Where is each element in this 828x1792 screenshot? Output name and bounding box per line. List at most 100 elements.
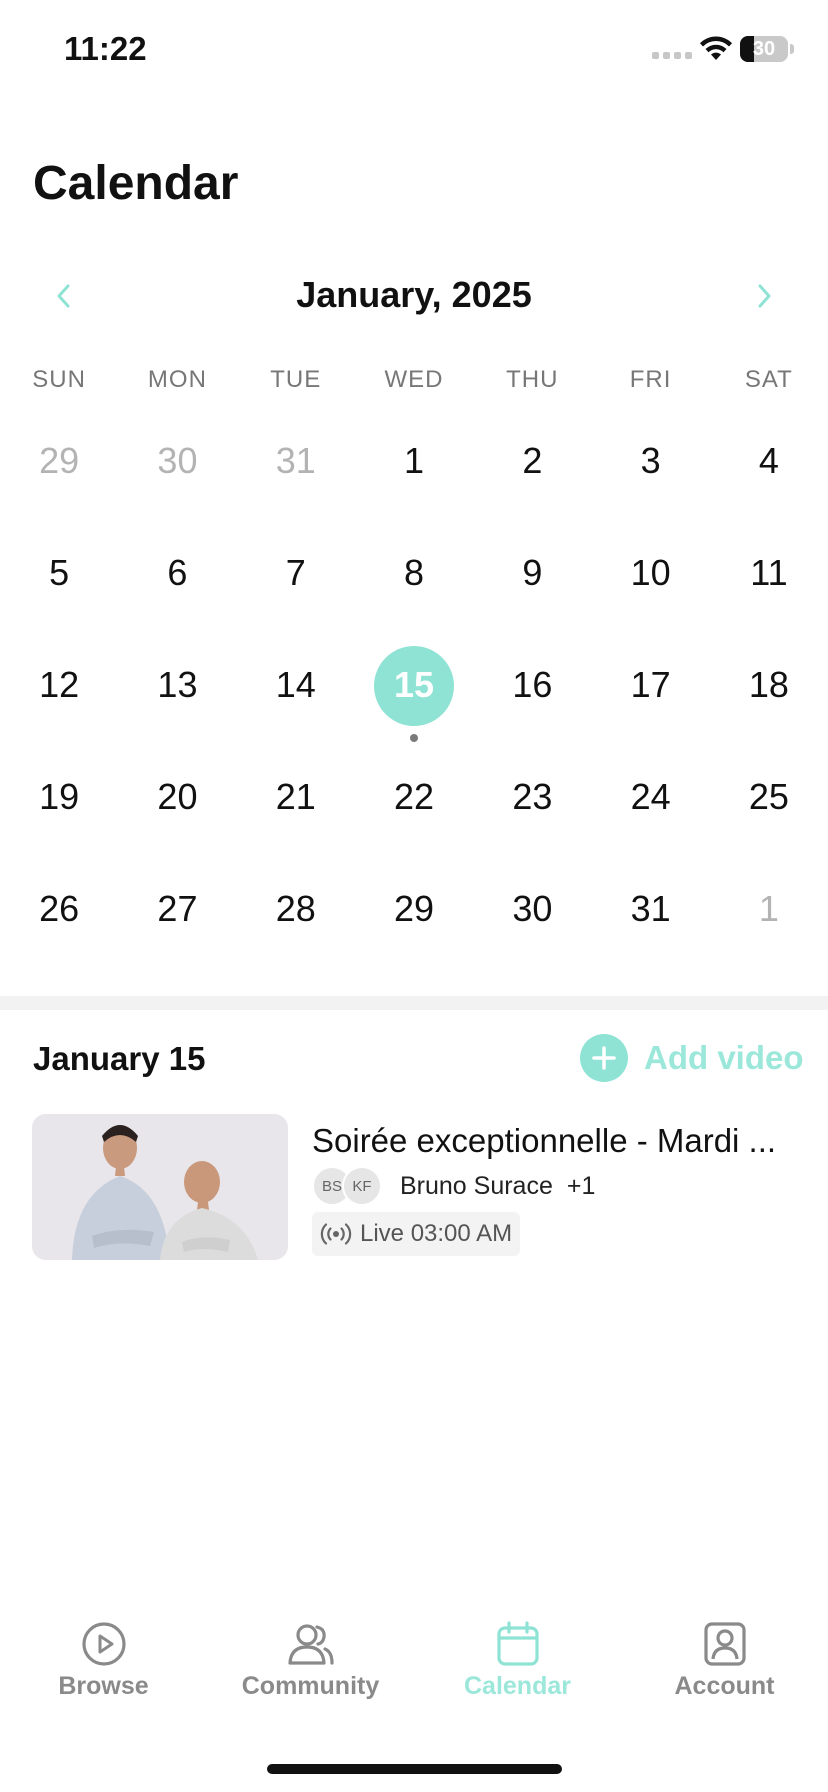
calendar-grid: 29 30 31 1 2 3 4 5 6 7 8 9 10 11 12 13 14 15 16 17 18 19 20 21 2… [0, 412, 828, 972]
tab-account[interactable]: Account [621, 1620, 828, 1720]
event-card[interactable]: Soirée exceptionnelle - Mardi ... BS KF … [32, 1114, 796, 1260]
weekday-label: WED [384, 366, 444, 393]
day-number: 13 [157, 664, 198, 705]
live-time-label: Live 03:00 AM [360, 1220, 513, 1247]
home-indicator [267, 1764, 562, 1774]
host-more-count: +1 [566, 1171, 596, 1200]
day-number: 18 [748, 664, 789, 705]
add-video-button[interactable]: Add video [580, 1034, 804, 1082]
calendar-day[interactable]: 20 [118, 748, 236, 860]
day-number: 26 [39, 888, 80, 929]
calendar-day[interactable]: 3 [591, 412, 709, 524]
battery-icon: 30 [740, 36, 788, 62]
tab-browse[interactable]: Browse [0, 1620, 207, 1720]
day-number: 31 [275, 440, 316, 481]
calendar-day[interactable]: 14 [237, 636, 355, 748]
day-number: 1 [758, 888, 779, 929]
tab-label: Calendar [464, 1672, 571, 1700]
calendar-day[interactable]: 31 [237, 412, 355, 524]
day-number: 14 [275, 664, 316, 705]
day-number: 23 [512, 776, 553, 817]
weekday-label: THU [506, 366, 559, 393]
day-number: 12 [39, 664, 80, 705]
tab-community[interactable]: Community [207, 1620, 414, 1720]
calendar-day[interactable]: 9 [473, 524, 591, 636]
calendar-day[interactable]: 8 [355, 524, 473, 636]
day-number: 8 [404, 552, 425, 593]
day-number: 29 [39, 440, 80, 481]
day-number: 5 [49, 552, 70, 593]
calendar-day[interactable]: 25 [710, 748, 828, 860]
weekday-label: TUE [270, 366, 322, 393]
status-bar: 11:22 30 [0, 0, 828, 100]
calendar-day[interactable]: 18 [710, 636, 828, 748]
calendar-day[interactable]: 31 [591, 860, 709, 972]
calendar-day[interactable]: 7 [237, 524, 355, 636]
next-month-button[interactable] [744, 276, 784, 316]
event-thumbnail [32, 1114, 288, 1260]
add-video-label: Add video [644, 1039, 804, 1076]
calendar-day-selected[interactable]: 15 [355, 636, 473, 748]
calendar-day[interactable]: 29 [355, 860, 473, 972]
day-number: 30 [157, 440, 198, 481]
page-title: Calendar [33, 157, 239, 210]
calendar-day[interactable]: 30 [118, 412, 236, 524]
event-indicator-dot [410, 734, 419, 742]
day-number: 21 [275, 776, 316, 817]
calendar-day[interactable]: 22 [355, 748, 473, 860]
calendar-day[interactable]: 19 [0, 748, 118, 860]
calendar-day[interactable]: 6 [118, 524, 236, 636]
event-title: Soirée exceptionnelle - Mardi ... [312, 1122, 777, 1159]
day-number: 17 [630, 664, 671, 705]
calendar-day[interactable]: 2 [473, 412, 591, 524]
day-number: 30 [512, 888, 553, 929]
day-number: 22 [394, 776, 435, 817]
section-divider [0, 996, 828, 1010]
weekday-label: FRI [629, 366, 672, 393]
day-number: 1 [404, 440, 425, 481]
avatar: KF [342, 1166, 382, 1206]
calendar-day[interactable]: 17 [591, 636, 709, 748]
day-number: 4 [758, 440, 779, 481]
day-number: 28 [275, 888, 316, 929]
calendar-day[interactable]: 11 [710, 524, 828, 636]
users-icon [287, 1620, 335, 1668]
day-number: 3 [640, 440, 661, 481]
calendar-day[interactable]: 10 [591, 524, 709, 636]
plus-icon [580, 1034, 628, 1082]
tab-bar: Browse Community Calendar Account [0, 1620, 828, 1720]
calendar-day[interactable]: 23 [473, 748, 591, 860]
day-number: 29 [394, 888, 435, 929]
calendar-day[interactable]: 29 [0, 412, 118, 524]
host-name: Bruno Surace [400, 1171, 553, 1200]
tab-calendar[interactable]: Calendar [414, 1620, 621, 1720]
calendar-day[interactable]: 5 [0, 524, 118, 636]
calendar-day[interactable]: 26 [0, 860, 118, 972]
battery-nub [790, 44, 794, 54]
calendar-day[interactable]: 30 [473, 860, 591, 972]
wifi-icon [700, 36, 732, 60]
month-navigation: January, 2025 [0, 268, 828, 324]
calendar-day[interactable]: 4 [710, 412, 828, 524]
calendar-day[interactable]: 27 [118, 860, 236, 972]
calendar-day[interactable]: 21 [237, 748, 355, 860]
status-time: 11:22 [64, 30, 147, 67]
calendar-day[interactable]: 12 [0, 636, 118, 748]
tab-label: Account [674, 1672, 775, 1700]
day-number: 16 [512, 664, 553, 705]
day-number: 27 [157, 888, 198, 929]
calendar-day[interactable]: 1 [710, 860, 828, 972]
calendar-day[interactable]: 1 [355, 412, 473, 524]
day-number: 15 [394, 664, 435, 705]
chevron-right-icon [758, 284, 771, 308]
calendar-day[interactable]: 16 [473, 636, 591, 748]
broadcast-icon [320, 1223, 352, 1245]
day-number: 25 [748, 776, 789, 817]
calendar-day[interactable]: 28 [237, 860, 355, 972]
day-number: 6 [167, 552, 188, 593]
battery-percent: 30 [752, 38, 776, 60]
day-number: 2 [522, 440, 543, 481]
calendar-day[interactable]: 24 [591, 748, 709, 860]
calendar-day[interactable]: 13 [118, 636, 236, 748]
month-label: January, 2025 [296, 274, 532, 315]
